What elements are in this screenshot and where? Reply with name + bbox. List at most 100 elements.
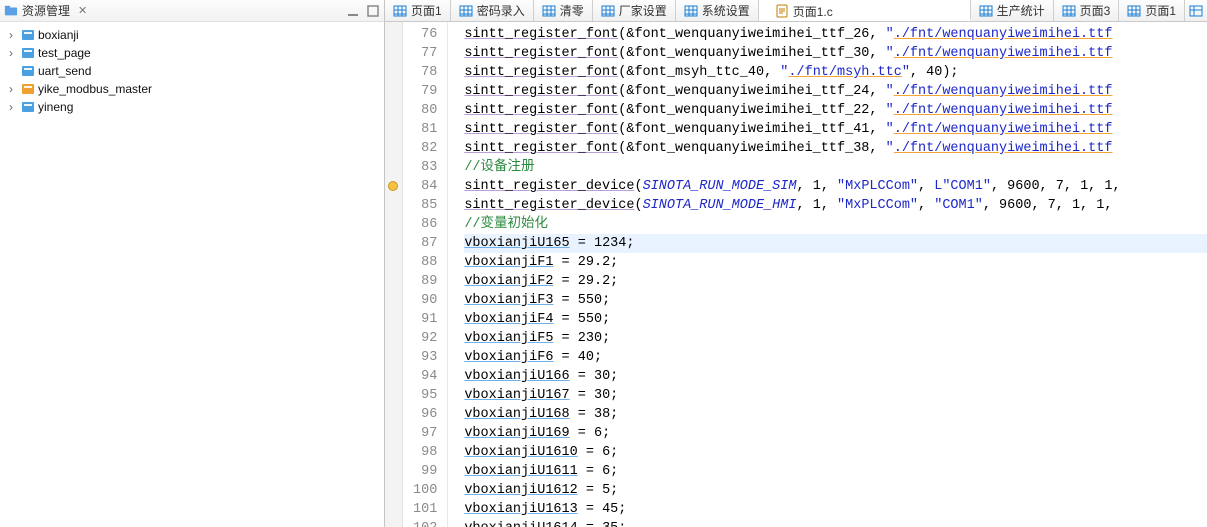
- line-number: 96: [413, 405, 437, 424]
- line-number: 95: [413, 386, 437, 405]
- code-content[interactable]: sintt_register_font(&font_wenquanyiweimi…: [448, 22, 1207, 527]
- tab-清零[interactable]: 清零: [534, 0, 593, 21]
- breakpoint-gutter[interactable]: [385, 22, 403, 527]
- tab-密码录入[interactable]: 密码录入: [451, 0, 534, 21]
- line-number: 86: [413, 215, 437, 234]
- expand-arrow-icon[interactable]: ›: [4, 82, 18, 96]
- sidebar: 资源管理 ✕ ›boxianji›test_pageuart_send›yike…: [0, 0, 385, 527]
- code-line[interactable]: //变量初始化: [464, 215, 1207, 234]
- code-line[interactable]: sintt_register_device(SINOTA_RUN_MODE_HM…: [464, 196, 1207, 215]
- tree-item-yineng[interactable]: › yineng: [0, 98, 384, 116]
- tab-系统设置[interactable]: 系统设置: [676, 0, 759, 21]
- expand-arrow-icon[interactable]: ›: [4, 28, 18, 42]
- line-number: 77: [413, 44, 437, 63]
- editor-tabstrip: 页面1 密码录入清零 厂家设置 系统设置 页面1.c 生产统计 页面3 页面1: [385, 0, 1207, 22]
- tab-页面3[interactable]: 页面3: [1054, 0, 1120, 21]
- resource-panel-header: 资源管理 ✕: [0, 0, 384, 22]
- code-line[interactable]: vboxianjiU167 = 30;: [464, 386, 1207, 405]
- code-area[interactable]: 7677787980818283848586878889909192939495…: [385, 22, 1207, 527]
- code-line[interactable]: vboxianjiU1614 = 35;: [464, 519, 1207, 527]
- tab-label: 页面1.c: [793, 3, 833, 20]
- grid-page-icon: [542, 4, 556, 18]
- tab-页面1[interactable]: 页面1: [385, 0, 451, 21]
- line-number: 87: [413, 234, 437, 253]
- tree-item-test_page[interactable]: › test_page: [0, 44, 384, 62]
- tree-item-yike_modbus_master[interactable]: ›yike_modbus_master: [0, 80, 384, 98]
- editor-area: 页面1密码录入清零厂家设置系统设置页面1.c生产统计页面3页面1 7677787…: [385, 0, 1207, 527]
- line-number: 80: [413, 101, 437, 120]
- line-number: 92: [413, 329, 437, 348]
- code-line[interactable]: vboxianjiU165 = 1234;: [464, 234, 1207, 253]
- tabstrip-overflow-icon[interactable]: [1185, 0, 1207, 21]
- line-number: 88: [413, 253, 437, 272]
- line-number: 83: [413, 158, 437, 177]
- tree-item-uart_send[interactable]: uart_send: [0, 62, 384, 80]
- grid-page-icon: [1127, 4, 1141, 18]
- breakpoint-marker-icon[interactable]: [388, 181, 398, 191]
- tab-label: 厂家设置: [619, 2, 667, 19]
- code-line[interactable]: vboxianjiF5 = 230;: [464, 329, 1207, 348]
- tree-item-label: yineng: [38, 100, 73, 114]
- tab-页面1.c[interactable]: 页面1.c: [759, 0, 971, 21]
- resource-panel-title: 资源管理: [22, 2, 70, 19]
- tab-label: 页面3: [1080, 2, 1111, 19]
- module-blue-icon: [20, 45, 36, 61]
- code-line[interactable]: sintt_register_device(SINOTA_RUN_MODE_SI…: [464, 177, 1207, 196]
- code-line[interactable]: vboxianjiU1610 = 6;: [464, 443, 1207, 462]
- code-line[interactable]: vboxianjiU168 = 38;: [464, 405, 1207, 424]
- line-number: 90: [413, 291, 437, 310]
- code-line[interactable]: sintt_register_font(&font_msyh_ttc_40, "…: [464, 63, 1207, 82]
- line-number-gutter: 7677787980818283848586878889909192939495…: [403, 22, 448, 527]
- folder-icon: [4, 4, 18, 18]
- tab-页面1[interactable]: 页面1: [1119, 0, 1185, 21]
- expand-arrow-icon[interactable]: ›: [4, 46, 18, 60]
- code-line[interactable]: vboxianjiF4 = 550;: [464, 310, 1207, 329]
- tab-label: 页面1: [411, 2, 442, 19]
- code-line[interactable]: sintt_register_font(&font_wenquanyiweimi…: [464, 25, 1207, 44]
- module-blue-icon: [20, 63, 36, 79]
- code-line[interactable]: sintt_register_font(&font_wenquanyiweimi…: [464, 82, 1207, 101]
- line-number: 81: [413, 120, 437, 139]
- grid-page-icon: [459, 4, 473, 18]
- maximize-icon[interactable]: [366, 4, 380, 18]
- code-line[interactable]: sintt_register_font(&font_wenquanyiweimi…: [464, 101, 1207, 120]
- code-line[interactable]: //设备注册: [464, 158, 1207, 177]
- code-line[interactable]: sintt_register_font(&font_wenquanyiweimi…: [464, 120, 1207, 139]
- code-line[interactable]: vboxianjiU169 = 6;: [464, 424, 1207, 443]
- tree-item-boxianji[interactable]: ›boxianji: [0, 26, 384, 44]
- line-number: 85: [413, 196, 437, 215]
- code-line[interactable]: sintt_register_font(&font_wenquanyiweimi…: [464, 139, 1207, 158]
- line-number: 97: [413, 424, 437, 443]
- resource-tree: ›boxianji›test_pageuart_send›yike_modbus…: [0, 22, 384, 120]
- expand-arrow-icon[interactable]: ›: [4, 100, 18, 114]
- line-number: 102: [413, 519, 437, 527]
- grid-page-icon: [1062, 4, 1076, 18]
- line-number: 100: [413, 481, 437, 500]
- code-line[interactable]: vboxianjiU1612 = 5;: [464, 481, 1207, 500]
- tab-label: 生产统计: [997, 2, 1045, 19]
- grid-page-icon: [601, 4, 615, 18]
- line-number: 76: [413, 25, 437, 44]
- panel-close-icon[interactable]: ✕: [78, 4, 87, 17]
- minimize-icon[interactable]: [346, 4, 360, 18]
- tab-label: 系统设置: [702, 2, 750, 19]
- module-blue-icon: [20, 27, 36, 43]
- tree-item-label: test_page: [38, 46, 91, 60]
- code-line[interactable]: vboxianjiF1 = 29.2;: [464, 253, 1207, 272]
- module-orange-icon: [20, 81, 36, 97]
- line-number: 99: [413, 462, 437, 481]
- tab-厂家设置[interactable]: 厂家设置: [593, 0, 676, 21]
- code-line[interactable]: vboxianjiU166 = 30;: [464, 367, 1207, 386]
- line-number: 94: [413, 367, 437, 386]
- line-number: 101: [413, 500, 437, 519]
- code-line[interactable]: vboxianjiU1611 = 6;: [464, 462, 1207, 481]
- tree-item-label: uart_send: [38, 64, 91, 78]
- code-line[interactable]: vboxianjiF6 = 40;: [464, 348, 1207, 367]
- grid-page-icon: [979, 4, 993, 18]
- code-line[interactable]: vboxianjiU1613 = 45;: [464, 500, 1207, 519]
- module-blue-icon: [20, 99, 36, 115]
- code-line[interactable]: vboxianjiF3 = 550;: [464, 291, 1207, 310]
- tab-生产统计[interactable]: 生产统计: [971, 0, 1054, 21]
- code-line[interactable]: vboxianjiF2 = 29.2;: [464, 272, 1207, 291]
- code-line[interactable]: sintt_register_font(&font_wenquanyiweimi…: [464, 44, 1207, 63]
